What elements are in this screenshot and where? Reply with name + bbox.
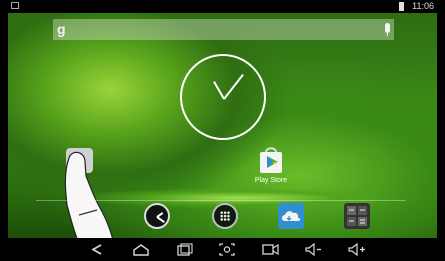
home-icon[interactable] [129,240,153,259]
recent-apps-icon[interactable] [172,240,196,259]
analog-clock-widget[interactable] [180,54,266,140]
back-icon[interactable] [86,240,110,259]
play-store-icon[interactable] [258,146,284,174]
clock-minute-hand [223,73,244,100]
screen-frame-right [437,0,445,261]
notification-icon[interactable] [11,2,19,9]
mic-icon[interactable] [385,23,390,36]
home-screen: 11:06 g Play Store [0,0,445,261]
volume-up-icon[interactable] [344,240,368,259]
camera-icon[interactable] [258,240,282,259]
google-search-brand: g [57,21,66,37]
clock-icon[interactable] [144,203,170,229]
status-time: 11:06 [412,1,434,11]
calculator-keys-icon [347,206,367,226]
apps-icon[interactable] [212,203,238,229]
calculator-icon[interactable] [344,203,370,229]
screenshot-icon[interactable] [215,240,239,259]
cloud-sync-icon [282,211,301,221]
volume-down-icon[interactable] [301,240,325,259]
navigation-bar [8,238,437,261]
status-bar: 11:06 [8,0,437,13]
play-store-label[interactable]: Play Store [246,177,296,184]
screen-frame-left [0,0,8,261]
dock-divider [36,200,406,201]
cloud-icon[interactable] [278,203,304,229]
apps-grid-icon [220,211,230,221]
battery-icon [399,2,404,11]
google-search-bar[interactable]: g [53,19,394,40]
